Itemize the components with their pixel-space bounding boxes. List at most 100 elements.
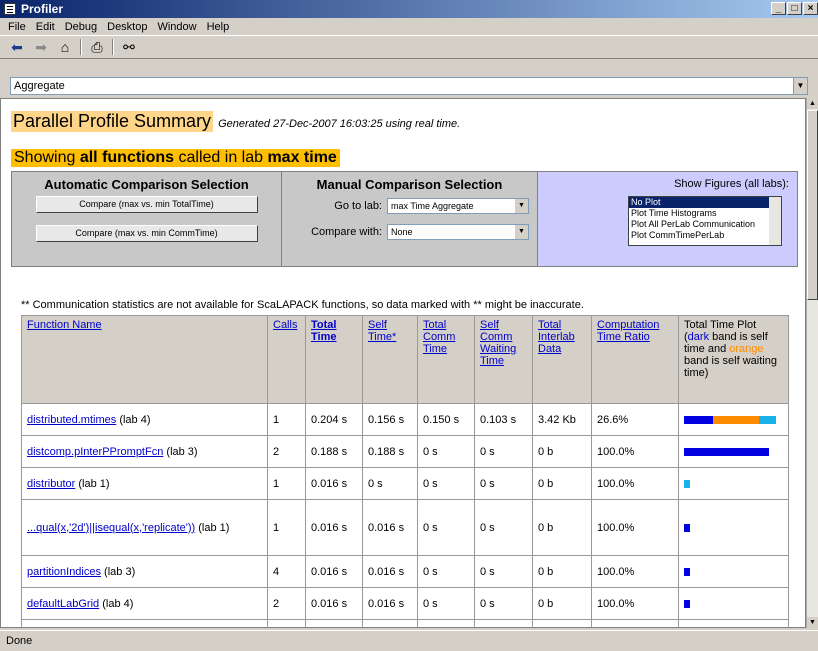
menu-debug[interactable]: Debug [60, 21, 102, 33]
sort-total-time-link[interactable]: Total Time [311, 319, 336, 343]
status-bar: Done [0, 630, 818, 651]
compare-commtime-button[interactable]: Compare (max vs. min CommTime) [35, 225, 258, 242]
menu-window[interactable]: Window [152, 21, 201, 33]
compare-totaltime-button[interactable]: Compare (max vs. min TotalTime) [35, 196, 258, 213]
calls-cell: 1 [267, 619, 306, 627]
plot-cell [678, 499, 789, 556]
self-time-cell: 0.016 s [362, 587, 418, 620]
sort-self-time-link[interactable]: Self Time* [368, 319, 396, 343]
goto-lab-value: max Time Aggregate [391, 201, 474, 211]
toolbar-separator [112, 39, 114, 55]
sort-function-name-link[interactable]: Function Name [27, 319, 102, 331]
interlab-data-cell: 0 b [532, 499, 592, 556]
self-time-cell: 0.188 s [362, 435, 418, 468]
self-time-bar [684, 415, 713, 424]
function-link[interactable]: distributed.mtimes [27, 414, 116, 426]
function-link[interactable]: distcomp.pInterPPromptFcn [27, 446, 163, 458]
find-binoculars-icon[interactable]: ⚯ [120, 39, 138, 56]
scroll-up-icon[interactable]: ▲ [807, 98, 818, 109]
auto-comparison: Automatic Comparison Selection Compare (… [12, 172, 282, 266]
chevron-down-icon[interactable]: ▼ [515, 225, 528, 239]
maximize-button[interactable]: □ [787, 2, 802, 15]
self-time-bar [684, 567, 690, 576]
page-title: Parallel Profile Summary [11, 111, 214, 132]
total-comm-cell: 0 s [417, 587, 475, 620]
total-time-cell: 0.016 s [305, 555, 363, 588]
total-time-cell: 0.016 s [305, 499, 363, 556]
sort-calls-link[interactable]: Calls [273, 319, 297, 331]
calls-cell: 2 [267, 435, 306, 468]
waiting-time-bar [713, 415, 759, 424]
figure-option-histograms[interactable]: Plot Time Histograms [629, 208, 781, 219]
self-comm-wait-cell: 0.103 s [474, 403, 533, 436]
col-self-comm-wait: Self Comm Waiting Time [474, 315, 533, 404]
sort-computation-ratio-link[interactable]: Computation Time Ratio [597, 319, 659, 343]
vertical-scrollbar[interactable]: ▲ ▼ [806, 98, 818, 628]
interlab-data-cell: 0 b [532, 467, 592, 500]
window-title: Profiler [21, 2, 64, 16]
chevron-down-icon[interactable]: ▼ [515, 199, 528, 213]
sort-self-comm-wait-link[interactable]: Self Comm Waiting Time [480, 319, 516, 367]
goto-lab-select[interactable]: max Time Aggregate ▼ [387, 198, 529, 214]
scroll-down-icon[interactable]: ▼ [807, 617, 818, 628]
showing-label: Showing all functions called in lab max … [11, 149, 340, 167]
table-row: distcomp.pInterPPromptFcn (lab 3) 2 0.188 … [21, 435, 789, 468]
show-figures-title: Show Figures (all labs): [674, 178, 789, 190]
self-comm-wait-cell: 0 s [474, 619, 533, 627]
minimize-button[interactable]: _ [771, 2, 786, 15]
forward-arrow-icon[interactable]: ➡ [32, 39, 50, 56]
back-arrow-icon[interactable]: ⬅ [8, 39, 26, 56]
sort-total-comm-link[interactable]: Total Comm Time [423, 319, 455, 355]
scroll-thumb[interactable] [807, 110, 818, 300]
table-row: distributed.distributed (lab 4)10.016 s0… [21, 619, 789, 627]
col-function-name: Function Name [21, 315, 268, 404]
self-comm-wait-cell: 0 s [474, 467, 533, 500]
function-link[interactable]: distributor [27, 478, 75, 490]
col-total-time-plot: Total Time Plot (dark band is self time … [678, 315, 789, 404]
total-comm-cell: 0 s [417, 555, 475, 588]
print-icon[interactable]: ⎙ [88, 39, 106, 56]
menu-desktop[interactable]: Desktop [102, 21, 152, 33]
menu-help[interactable]: Help [202, 21, 235, 33]
plot-cell [678, 555, 789, 588]
total-time-cell: 0.188 s [305, 435, 363, 468]
interlab-data-cell: 3.42 Kb [532, 403, 592, 436]
menu-edit[interactable]: Edit [31, 21, 60, 33]
self-time-bar [684, 447, 769, 456]
self-comm-wait-cell: 0 s [474, 555, 533, 588]
function-name-cell: ...qual(x,'2d')||isequal(x,'replicate'))… [21, 499, 268, 556]
function-link[interactable]: partitionIndices [27, 566, 101, 578]
plot-cell [678, 435, 789, 468]
total-comm-cell: 0 s [417, 467, 475, 500]
function-name-cell: distributed.mtimes (lab 4) [21, 403, 268, 436]
function-name-cell: distributed.distributed (lab 4) [21, 619, 268, 627]
figure-option-no-plot[interactable]: No Plot [629, 197, 781, 208]
ratio-cell: 100.0% [591, 555, 679, 588]
function-link[interactable]: defaultLabGrid [27, 598, 99, 610]
function-link[interactable]: ...qual(x,'2d')||isequal(x,'replicate')) [27, 522, 195, 534]
menu-file[interactable]: File [3, 21, 31, 33]
manual-comparison-title: Manual Comparison Selection [316, 177, 503, 192]
home-icon[interactable]: ⌂ [56, 39, 74, 55]
calls-cell: 1 [267, 403, 306, 436]
chevron-down-icon[interactable]: ▼ [793, 78, 807, 94]
sort-interlab-data-link[interactable]: Total Interlab Data [538, 319, 575, 355]
calls-cell: 4 [267, 555, 306, 588]
col-interlab-data: Total Interlab Data [532, 315, 592, 404]
total-comm-cell: 0.150 s [417, 403, 475, 436]
col-computation-ratio: Computation Time Ratio [591, 315, 679, 404]
scalapack-note: ** Communication statistics are not avai… [21, 299, 584, 311]
calls-cell: 2 [267, 587, 306, 620]
function-name-cell: partitionIndices (lab 3) [21, 555, 268, 588]
location-field[interactable]: Aggregate ▼ [10, 77, 808, 95]
figure-option-perlab-comm[interactable]: Plot All PerLab Communication [629, 219, 781, 230]
compare-with-select[interactable]: None ▼ [387, 224, 529, 240]
interlab-data-cell: 0 b [532, 555, 592, 588]
figure-option-commtime[interactable]: Plot CommTimePerLab [629, 230, 781, 241]
listbox-scrollbar[interactable] [769, 197, 781, 245]
calls-cell: 1 [267, 467, 306, 500]
interlab-data-cell: 0 b [532, 435, 592, 468]
figures-listbox[interactable]: No Plot Plot Time Histograms Plot All Pe… [628, 196, 782, 246]
close-button[interactable]: × [803, 2, 818, 15]
other-time-bar [684, 479, 690, 488]
